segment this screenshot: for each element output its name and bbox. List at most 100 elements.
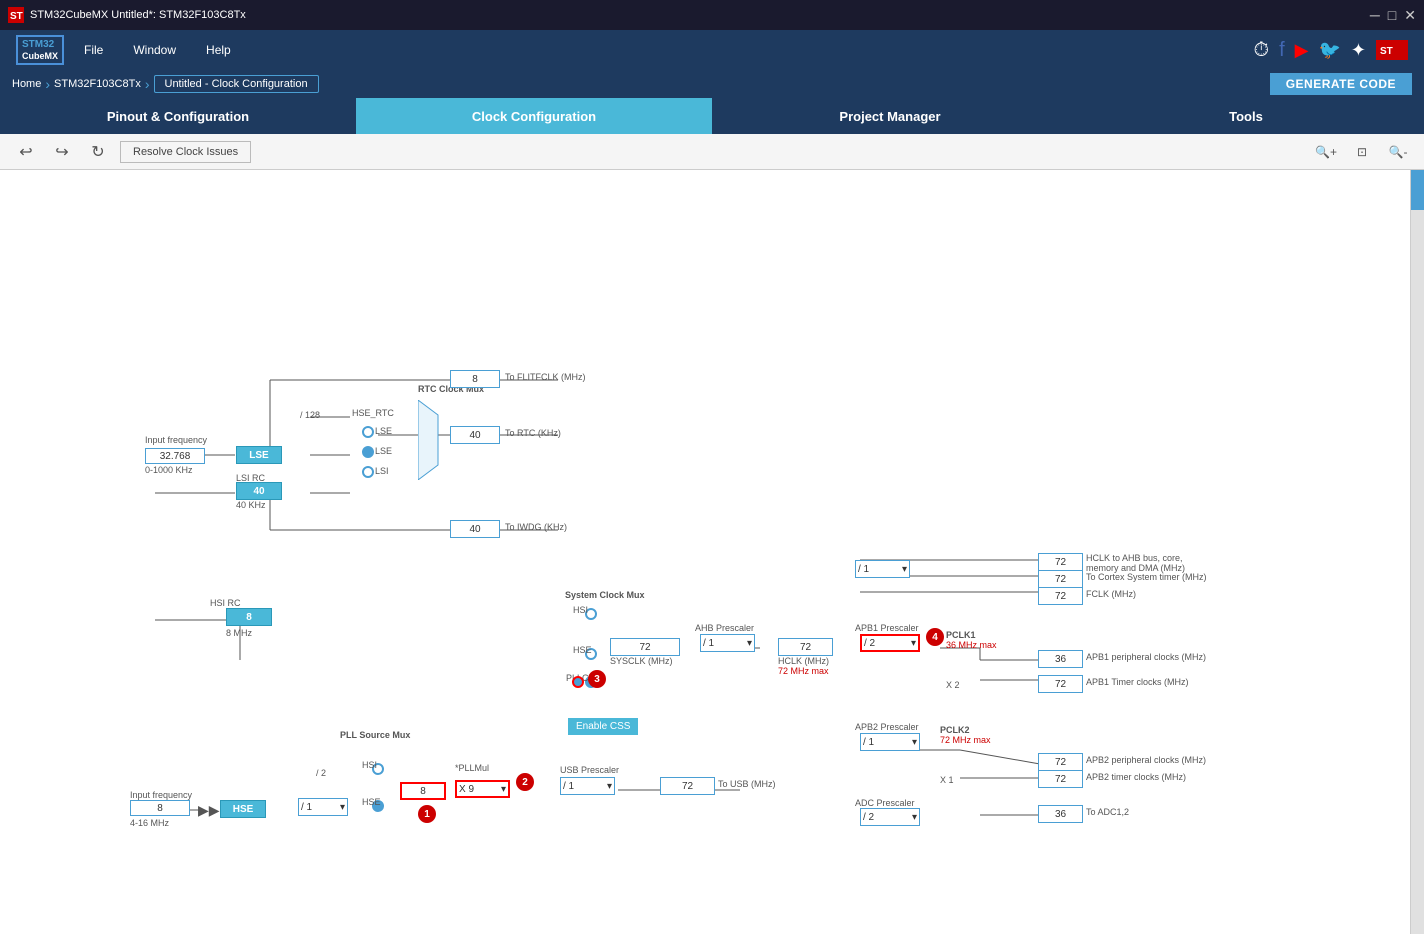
apb1-timer-val: 72: [1038, 675, 1083, 693]
undo-button[interactable]: ↩: [12, 138, 40, 166]
breadcrumbs: Home › STM32F103C8Tx › Untitled - Clock …: [12, 75, 319, 93]
hsi-val-box: 8: [226, 608, 272, 626]
arrow-right-hse: ▶▶: [198, 802, 220, 819]
rtc-mux-radio-lse[interactable]: [362, 446, 374, 458]
ahb-prescaler-select[interactable]: / 1 ▾: [700, 634, 755, 652]
hse-input-freq-label: Input frequency: [130, 790, 192, 800]
rtc-mux-radio-hse[interactable]: [362, 426, 374, 438]
pclk2-max-label: 72 MHz max: [940, 735, 991, 745]
icon-facebook[interactable]: f: [1279, 39, 1285, 62]
app-icon: ST: [8, 7, 24, 23]
menu-file[interactable]: File: [84, 43, 103, 57]
rtc-mux-radio-lsi[interactable]: [362, 466, 374, 478]
circle-3: 3: [588, 670, 606, 688]
apb1-timer-label: APB1 Timer clocks (MHz): [1086, 677, 1189, 687]
apb2-periph-val: 72: [1038, 753, 1083, 771]
tab-pinout[interactable]: Pinout & Configuration: [0, 98, 356, 134]
hse-range-label: 4-16 MHz: [130, 818, 169, 828]
clock-canvas: Input frequency 32.768 0-1000 KHz LSE LS…: [0, 170, 1410, 934]
cortex-div-select[interactable]: / 1 ▾: [855, 560, 910, 578]
usb-to-label: To USB (MHz): [718, 779, 776, 789]
adc-prescaler-select[interactable]: / 2 ▾: [860, 808, 920, 826]
x2-apb1-label: X 2: [946, 680, 960, 690]
minimize-button[interactable]: ─: [1370, 7, 1380, 24]
circle-1: 1: [418, 805, 436, 823]
input-freq-value[interactable]: 32.768: [145, 448, 205, 464]
apb1-prescaler-label: APB1 Prescaler: [855, 623, 919, 633]
tab-clock[interactable]: Clock Configuration: [356, 98, 712, 134]
svg-text:ST: ST: [1380, 46, 1393, 57]
pclk1-label: PCLK1: [946, 630, 976, 640]
apb2-prescaler-select[interactable]: / 1 ▾: [860, 733, 920, 751]
close-button[interactable]: ✕: [1404, 7, 1416, 24]
menu-items: File Window Help: [84, 43, 231, 57]
hse-input-val[interactable]: 8: [130, 800, 190, 816]
refresh-button[interactable]: ↻: [84, 138, 112, 166]
usb-prescaler-label: USB Prescaler: [560, 765, 619, 775]
zoom-in-button[interactable]: 🔍+: [1312, 138, 1340, 166]
titlebar: ST STM32CubeMX Untitled*: STM32F103C8Tx …: [0, 0, 1424, 30]
usb-prescaler-select[interactable]: / 1 ▾: [560, 777, 615, 795]
lse-box[interactable]: LSE: [236, 446, 282, 464]
sysclk-val[interactable]: 72: [610, 638, 680, 656]
enable-css-button[interactable]: Enable CSS: [568, 718, 638, 735]
pllmul-select[interactable]: X 9 ▾: [455, 780, 510, 798]
hclk-ahb-label: HCLK to AHB bus, core,: [1086, 553, 1183, 563]
usb-val: 72: [660, 777, 715, 795]
input-freq-label: Input frequency: [145, 435, 207, 445]
iwdg-val: 40: [450, 520, 500, 538]
rtc-khz-label: To RTC (KHz): [505, 428, 561, 438]
input-freq-range: 0-1000 KHz: [145, 465, 193, 475]
hsi-pll-label: HSI: [362, 760, 377, 770]
hclk-max-label: 72 MHz max: [778, 666, 829, 676]
flitfclk-label: To FLITFCLK (MHz): [505, 372, 586, 382]
apb2-periph-label: APB2 peripheral clocks (MHz): [1086, 755, 1206, 765]
pllmul-label: *PLLMul: [455, 763, 489, 773]
hse-box[interactable]: HSE: [220, 800, 266, 818]
icon-twitter[interactable]: 🐦: [1318, 40, 1340, 61]
svg-text:ST: ST: [10, 11, 23, 22]
x1-apb2-label: X 1: [940, 775, 954, 785]
menu-help[interactable]: Help: [206, 43, 231, 57]
rtc-mux-shape: [418, 400, 448, 480]
lse-label3: LSE: [375, 446, 392, 456]
menu-window[interactable]: Window: [133, 43, 176, 57]
breadcrumb-home[interactable]: Home: [12, 78, 41, 90]
lsi-label: LSI: [375, 466, 389, 476]
flitfclk-val: 8: [450, 370, 500, 388]
clock-lines-svg: [0, 170, 1410, 934]
hse-pll-label: HSE: [362, 797, 381, 807]
generate-code-button[interactable]: GENERATE CODE: [1270, 73, 1412, 95]
fclk-val: 72: [1038, 587, 1083, 605]
icon-timer: ⏱: [1253, 39, 1269, 62]
zoom-out-button[interactable]: 🔍-: [1384, 138, 1412, 166]
icon-network[interactable]: ✦: [1351, 40, 1366, 61]
maximize-button[interactable]: □: [1388, 7, 1396, 24]
apb1-periph-label: APB1 peripheral clocks (MHz): [1086, 652, 1206, 662]
app-logo: STM32 CubeMX File Window Help: [16, 35, 231, 66]
resolve-clock-button[interactable]: Resolve Clock Issues: [120, 141, 251, 163]
st-logo: ST: [1376, 40, 1408, 60]
fclk-label: FCLK (MHz): [1086, 589, 1136, 599]
scrollbar-thumb[interactable]: [1411, 170, 1424, 210]
hsi-rc-label: HSI RC: [210, 598, 241, 608]
logo-box: STM32 CubeMX: [16, 35, 64, 66]
iwdg-label: To IWDG (KHz): [505, 522, 567, 532]
hse-div-select[interactable]: / 1 ▾: [298, 798, 348, 816]
scrollbar[interactable]: [1410, 170, 1424, 934]
fit-button[interactable]: ⊡: [1348, 138, 1376, 166]
sys-clk-mux-label: System Clock Mux: [565, 590, 645, 600]
redo-button[interactable]: ↪: [48, 138, 76, 166]
pll-in-val[interactable]: 8: [400, 782, 446, 800]
hclk-label: HCLK (MHz): [778, 656, 829, 666]
circle-2: 2: [516, 773, 534, 791]
social-icons: ⏱ f ▶ 🐦 ✦ ST: [1253, 39, 1408, 62]
apb1-prescaler-select[interactable]: / 2 ▾: [860, 634, 920, 652]
tab-tools[interactable]: Tools: [1068, 98, 1424, 134]
pllclk-radio[interactable]: [572, 676, 584, 688]
breadcrumb-active[interactable]: Untitled - Clock Configuration: [154, 75, 319, 93]
icon-youtube[interactable]: ▶: [1295, 40, 1309, 61]
tab-project[interactable]: Project Manager: [712, 98, 1068, 134]
apb2-timer-val: 72: [1038, 770, 1083, 788]
breadcrumb-chip[interactable]: STM32F103C8Tx: [54, 78, 141, 90]
